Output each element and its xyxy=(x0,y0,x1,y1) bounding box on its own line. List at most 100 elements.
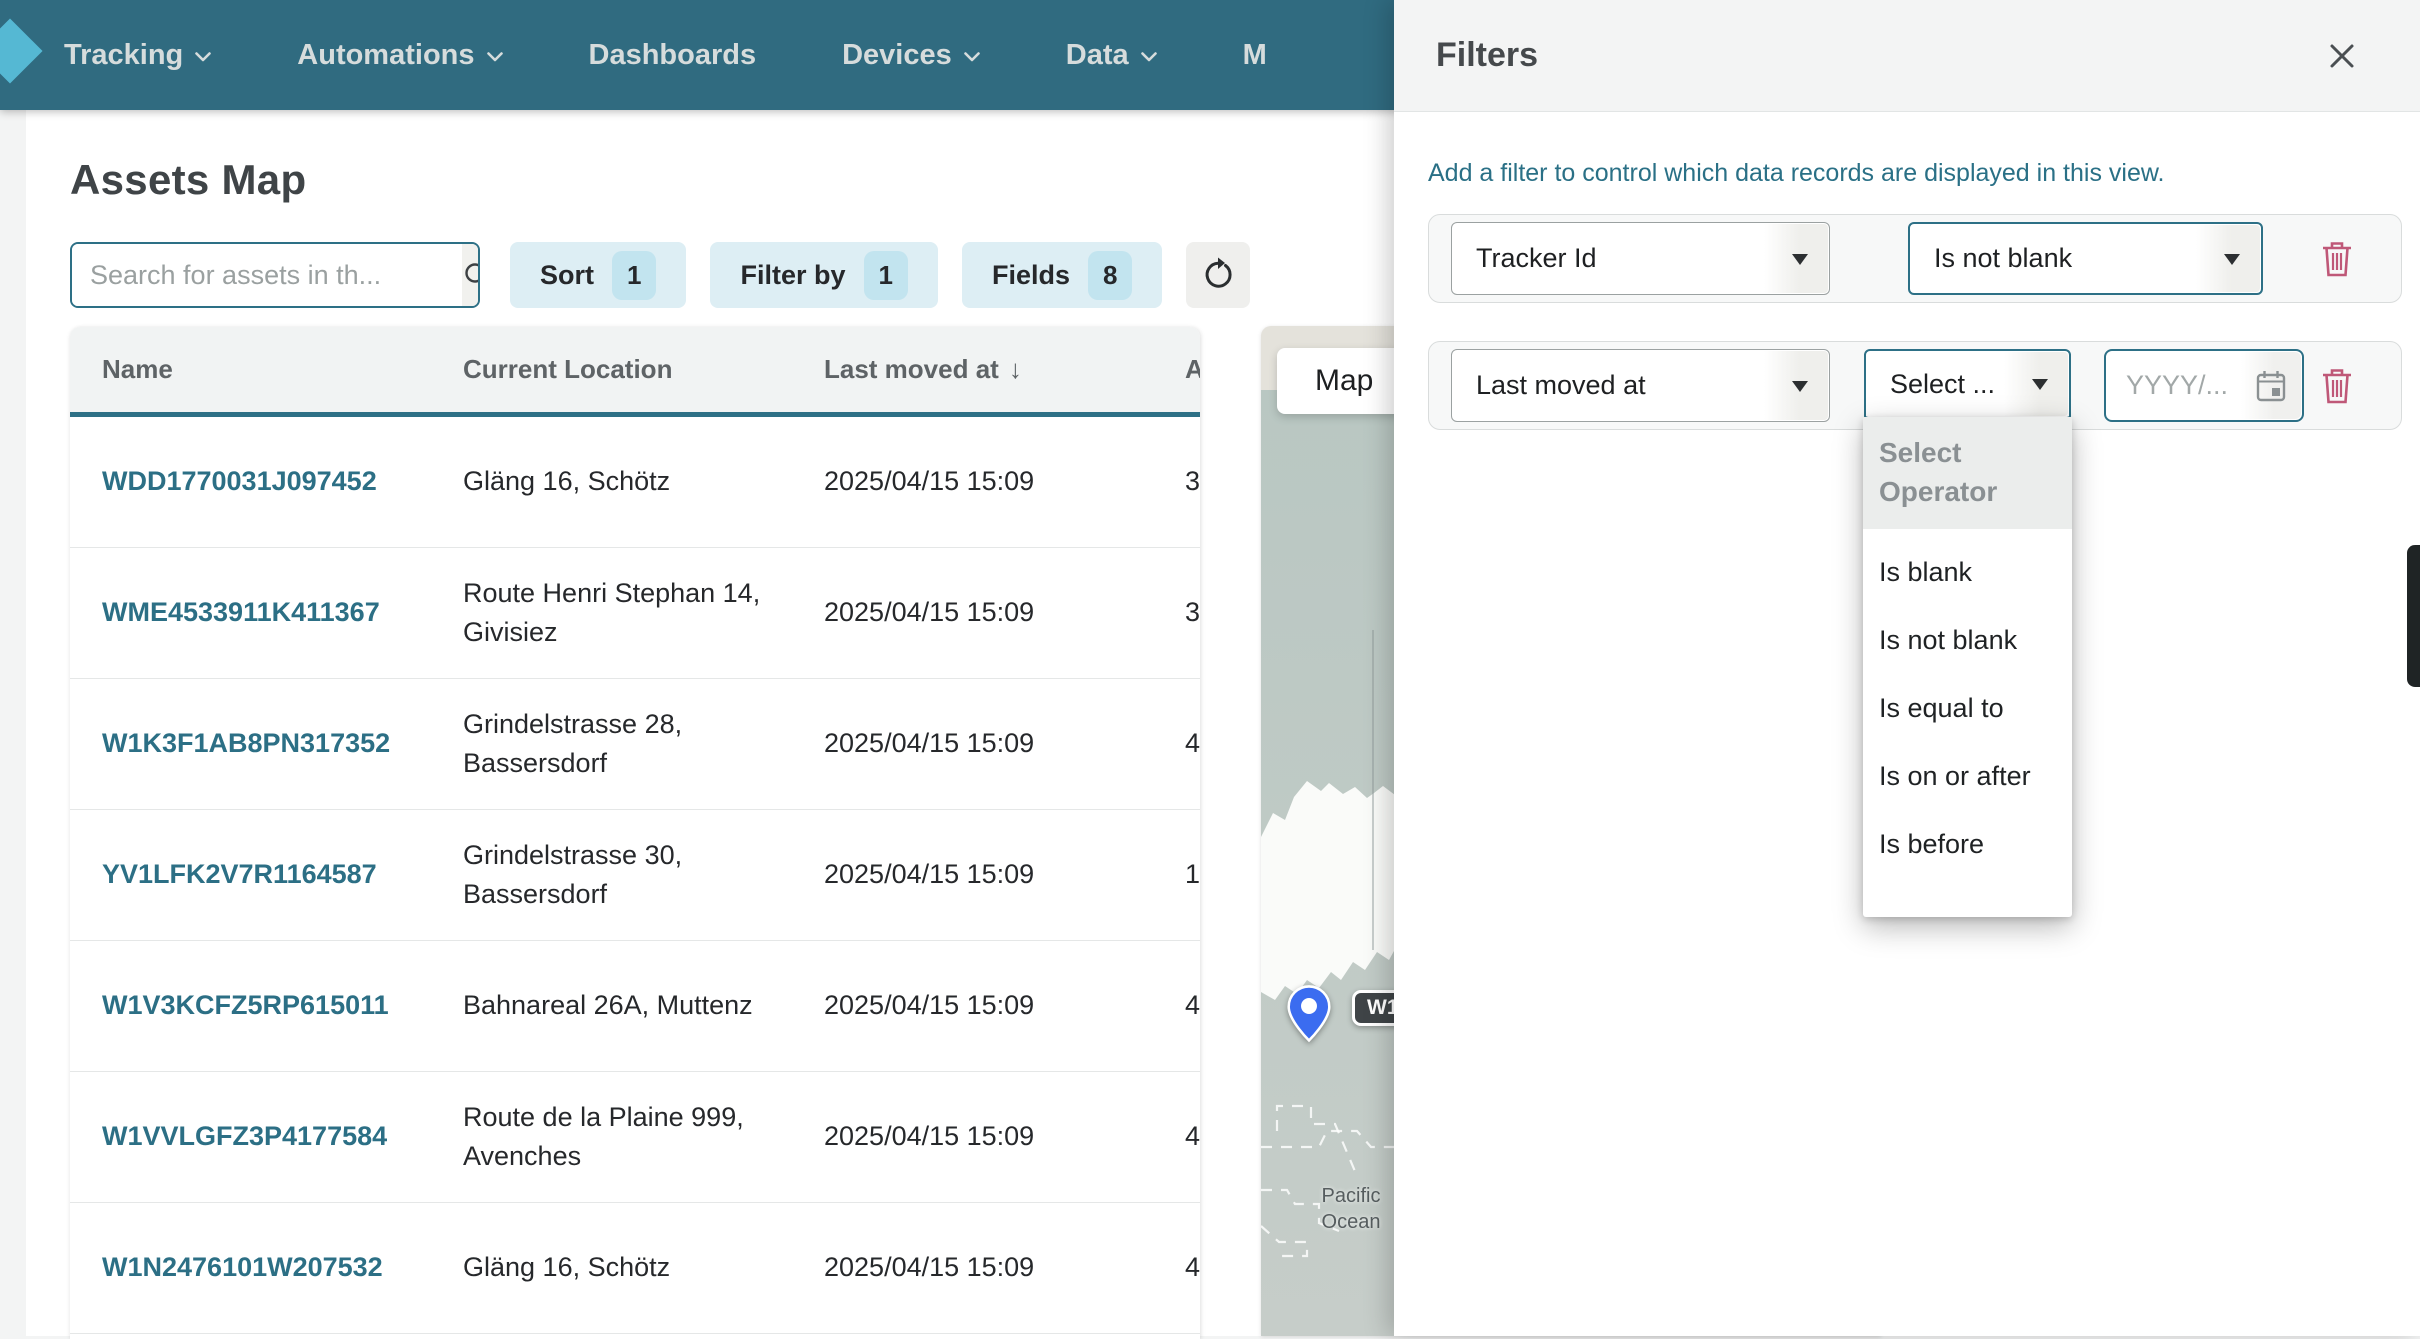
operator-option[interactable]: Is blank xyxy=(1863,555,2072,589)
asset-name-link[interactable]: WME4533911K411367 xyxy=(102,597,380,627)
asset-name-link[interactable]: WDD1770031J097452 xyxy=(102,466,377,496)
nav-item-label: Tracking xyxy=(64,39,183,72)
delete-filter-button-1[interactable] xyxy=(2315,235,2359,283)
nav-item[interactable]: Tracking xyxy=(64,39,211,72)
field-select-2[interactable]: Last moved at xyxy=(1451,349,1830,422)
calendar-icon xyxy=(2254,368,2288,404)
sort-button-label: Sort xyxy=(540,260,594,291)
column-header-moved[interactable]: Last moved at ↓ xyxy=(824,354,1185,385)
filter-by-button[interactable]: Filter by 1 xyxy=(710,242,938,308)
landmass-shape xyxy=(1261,781,1411,1000)
nav-arrow-icon xyxy=(0,18,43,83)
asset-name-link[interactable]: YV1LFK2V7R1164587 xyxy=(102,859,377,889)
search-icon xyxy=(462,260,480,290)
asset-location-cell: Route Henri Stephan 14, Givisiez xyxy=(463,574,824,652)
caret-down-icon xyxy=(2224,254,2240,265)
nav-item[interactable]: Data xyxy=(1066,39,1157,72)
filters-drawer: Filters Add a filter to control which da… xyxy=(1394,0,2420,1336)
operator-option[interactable]: Is not blank xyxy=(1863,623,2072,657)
operator-select-2[interactable]: Select ... xyxy=(1864,349,2071,422)
asset-moved-cell: 2025/04/15 15:09 xyxy=(824,462,1185,501)
refresh-button[interactable] xyxy=(1186,242,1250,308)
chevron-down-icon xyxy=(964,52,980,62)
asset-location-cell: Gläng 16, Schötz xyxy=(463,1248,824,1287)
sort-desc-icon: ↓ xyxy=(1009,354,1022,385)
map-pin-icon[interactable] xyxy=(1287,985,1331,1043)
table-row: W1N2476101W207532 Gläng 16, Schötz 2025/… xyxy=(70,1203,1200,1334)
column-header-location[interactable]: Current Location xyxy=(463,354,824,385)
asset-name-link[interactable]: W1N2476101W207532 xyxy=(102,1252,383,1282)
table-row: W1V3KCFZ5RP615011 Bahnareal 26A, Muttenz… xyxy=(70,941,1200,1072)
asset-moved-cell: 2025/04/15 15:09 xyxy=(824,724,1185,763)
drawer-description: Add a filter to control which data recor… xyxy=(1428,158,2402,188)
search-box xyxy=(70,242,480,308)
asset-extra-cell: 3 xyxy=(1185,593,1200,632)
asset-moved-cell: 2025/04/15 15:09 xyxy=(824,855,1185,894)
table-header-row: Name Current Location Last moved at ↓ A xyxy=(70,327,1200,417)
caret-down-icon xyxy=(1792,254,1808,265)
table-row: W1VVLGFZ3P4177584 Route de la Plaine 999… xyxy=(70,1072,1200,1203)
operator-dropdown-menu: Select Operator Is blank Is not blank Is… xyxy=(1863,417,2072,917)
date-input[interactable]: YYYY/... xyxy=(2104,349,2304,422)
sort-button[interactable]: Sort 1 xyxy=(510,242,686,308)
nav-item-label: Automations xyxy=(297,39,474,72)
chevron-down-icon xyxy=(195,52,211,62)
sort-count-badge: 1 xyxy=(612,251,656,300)
chevron-down-icon xyxy=(487,52,503,62)
asset-moved-cell: 2025/04/15 15:09 xyxy=(824,593,1185,632)
refresh-icon xyxy=(1200,257,1236,293)
field-select-1[interactable]: Tracker Id xyxy=(1451,222,1830,295)
table-row: YV1LFK2V7R1164587 Grindelstrasse 30, Bas… xyxy=(70,810,1200,941)
nav-item[interactable]: Dashboards xyxy=(589,39,757,72)
table-body: WDD1770031J097452 Gläng 16, Schötz 2025/… xyxy=(70,417,1200,1334)
drawer-header: Filters xyxy=(1394,0,2420,112)
fields-button-label: Fields xyxy=(992,260,1070,291)
operator-option[interactable]: Is before xyxy=(1863,827,2072,861)
table-row: W1K3F1AB8PN317352 Grindelstrasse 28, Bas… xyxy=(70,679,1200,810)
nav-item-label: Data xyxy=(1066,39,1129,72)
asset-name-link[interactable]: W1V3KCFZ5RP615011 xyxy=(102,990,389,1020)
trash-icon xyxy=(2320,240,2354,278)
operator-dropdown-header: Select Operator xyxy=(1863,417,2072,529)
nav-item[interactable]: Devices xyxy=(842,39,980,72)
close-icon xyxy=(2327,41,2357,71)
trash-icon xyxy=(2320,367,2354,405)
asset-extra-cell: 4 xyxy=(1185,1248,1200,1287)
nav-item-label: Devices xyxy=(842,39,952,72)
asset-extra-cell: 4 xyxy=(1185,986,1200,1025)
filter-by-button-label: Filter by xyxy=(740,260,845,291)
search-input[interactable] xyxy=(72,244,462,306)
asset-location-cell: Bahnareal 26A, Muttenz xyxy=(463,986,824,1025)
asset-moved-cell: 2025/04/15 15:09 xyxy=(824,986,1185,1025)
nav-item[interactable]: Automations xyxy=(297,39,502,72)
operator-option[interactable]: Is on or after xyxy=(1863,759,2072,793)
asset-extra-cell: 3 xyxy=(1185,462,1200,501)
assets-table: Name Current Location Last moved at ↓ A … xyxy=(70,327,1200,1339)
operator-options-list: Is blank Is not blank Is equal to Is on … xyxy=(1863,555,2072,861)
fields-button[interactable]: Fields 8 xyxy=(962,242,1163,308)
nav-item[interactable]: M xyxy=(1243,39,1267,72)
column-header-name[interactable]: Name xyxy=(70,354,463,385)
asset-location-cell: Grindelstrasse 28, Bassersdorf xyxy=(463,705,824,783)
page-scrollbar-thumb[interactable] xyxy=(2407,545,2420,687)
column-header-extra[interactable]: A xyxy=(1185,354,1200,385)
filter-row-1: Tracker Id Is not blank xyxy=(1428,214,2402,303)
nav-item-label: M xyxy=(1243,39,1267,72)
operator-select-1[interactable]: Is not blank xyxy=(1908,222,2263,295)
delete-filter-button-2[interactable] xyxy=(2315,362,2359,410)
asset-moved-cell: 2025/04/15 15:09 xyxy=(824,1117,1185,1156)
asset-name-link[interactable]: W1VVLGFZ3P4177584 xyxy=(102,1121,387,1151)
asset-location-cell: Route de la Plaine 999, Avenches xyxy=(463,1098,824,1176)
operator-option[interactable]: Is equal to xyxy=(1863,691,2072,725)
nav-item-label: Dashboards xyxy=(589,39,757,72)
asset-extra-cell: 1. xyxy=(1185,855,1200,894)
table-row: WME4533911K411367 Route Henri Stephan 14… xyxy=(70,548,1200,679)
asset-name-link[interactable]: W1K3F1AB8PN317352 xyxy=(102,728,390,758)
table-row: WDD1770031J097452 Gläng 16, Schötz 2025/… xyxy=(70,417,1200,548)
chevron-down-icon xyxy=(1141,52,1157,62)
close-button[interactable] xyxy=(2320,34,2364,78)
filter-by-count-badge: 1 xyxy=(864,251,908,300)
caret-down-icon xyxy=(1792,381,1808,392)
drawer-body: Add a filter to control which data recor… xyxy=(1394,112,2420,430)
search-button[interactable] xyxy=(462,244,480,306)
